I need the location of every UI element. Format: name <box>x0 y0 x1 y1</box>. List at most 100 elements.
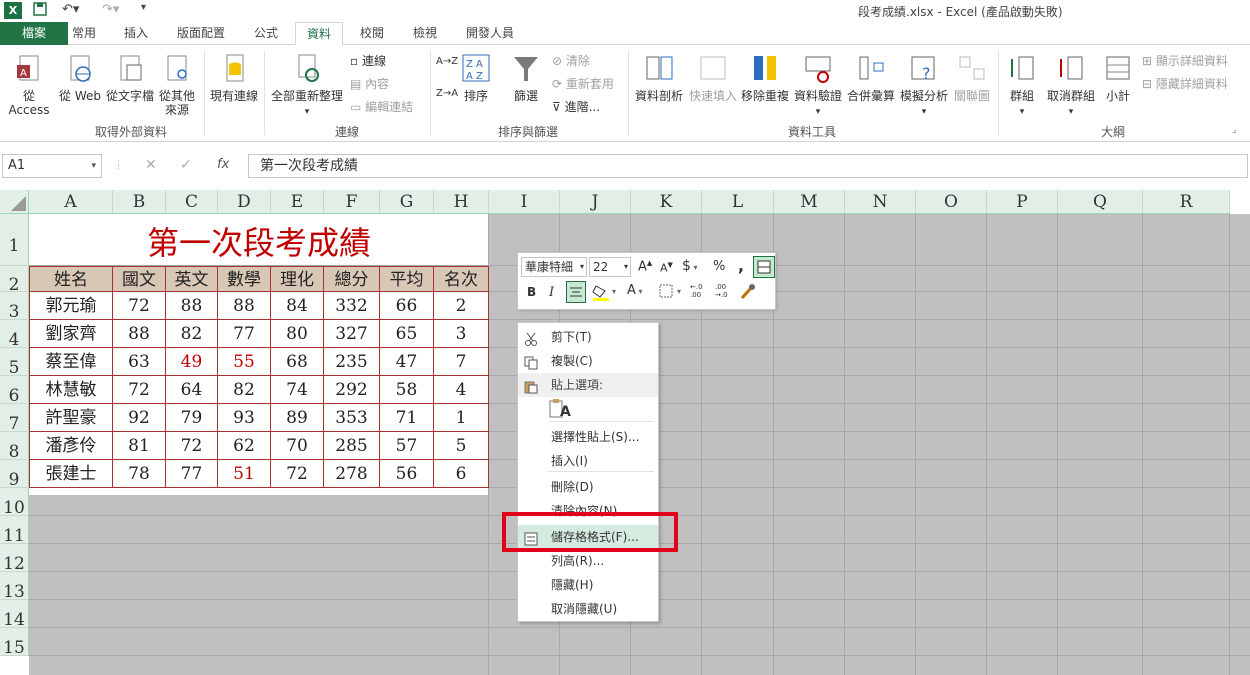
table-cell[interactable]: 292 <box>324 376 380 404</box>
table-cell[interactable]: 郭元瑜 <box>29 292 113 320</box>
borders-icon[interactable] <box>659 284 673 301</box>
reapply-button[interactable]: ⟳ 重新套用 <box>552 76 614 92</box>
row-header-2[interactable]: 2 <box>0 266 29 295</box>
consolidate-button[interactable]: 合併彙算 <box>846 53 896 103</box>
tab-formulas[interactable]: 公式 <box>248 22 284 45</box>
undo-icon[interactable]: ↶▾ <box>62 2 79 17</box>
column-header-I[interactable]: I <box>489 190 560 214</box>
row-header-5[interactable]: 5 <box>0 348 29 378</box>
tab-home[interactable]: 常用 <box>68 22 100 45</box>
table-cell[interactable]: 林慧敏 <box>29 376 113 404</box>
from-access-button[interactable]: A 從 Access <box>2 53 56 117</box>
show-detail-button[interactable]: ⊞ 顯示詳細資料 <box>1142 53 1228 69</box>
table-header-cell[interactable]: 理化 <box>271 266 324 292</box>
menu-item-hide[interactable]: 隱藏(H) <box>518 573 658 597</box>
menu-item-paste-special[interactable]: 選擇性貼上(S)... <box>518 425 658 449</box>
comma-button[interactable]: , <box>738 256 744 275</box>
edit-links-button[interactable]: ▭ 編輯連結 <box>350 99 413 115</box>
table-header-cell[interactable]: 姓名 <box>29 266 113 292</box>
column-header-H[interactable]: H <box>434 190 489 214</box>
column-header-N[interactable]: N <box>845 190 916 214</box>
menu-item-unhide[interactable]: 取消隱藏(U) <box>518 597 658 621</box>
clear-filter-button[interactable]: ⊘ 清除 <box>552 53 590 69</box>
group-button[interactable]: 群組 ▾ <box>1002 53 1042 119</box>
row-header-11[interactable]: 11 <box>0 516 29 546</box>
table-cell[interactable]: 77 <box>218 320 271 348</box>
table-cell[interactable]: 49 <box>166 348 218 376</box>
table-cell[interactable]: 80 <box>271 320 324 348</box>
dialog-launcher-icon[interactable]: ⌟ <box>1232 125 1236 135</box>
row-header-14[interactable]: 14 <box>0 600 29 630</box>
table-cell[interactable]: 77 <box>166 460 218 488</box>
table-cell[interactable]: 65 <box>380 320 434 348</box>
ungroup-button[interactable]: 取消群組 ▾ <box>1044 53 1098 119</box>
increase-decimal-button[interactable]: ←.0 .00 <box>690 283 710 299</box>
table-cell[interactable]: 68 <box>271 348 324 376</box>
table-cell[interactable]: 327 <box>324 320 380 348</box>
table-cell[interactable]: 1 <box>434 404 489 432</box>
column-header-J[interactable]: J <box>560 190 631 214</box>
column-header-Q[interactable]: Q <box>1058 190 1143 214</box>
table-cell[interactable]: 235 <box>324 348 380 376</box>
save-icon[interactable] <box>33 2 47 20</box>
table-cell[interactable]: 332 <box>324 292 380 320</box>
table-cell[interactable]: 88 <box>218 292 271 320</box>
column-header-R[interactable]: R <box>1143 190 1230 214</box>
table-cell[interactable]: 58 <box>380 376 434 404</box>
table-cell[interactable]: 62 <box>218 432 271 460</box>
table-cell[interactable]: 許聖豪 <box>29 404 113 432</box>
table-cell[interactable]: 93 <box>218 404 271 432</box>
advanced-filter-button[interactable]: ⊽ 進階... <box>552 99 600 115</box>
percent-button[interactable]: % <box>713 259 725 274</box>
table-cell[interactable]: 47 <box>380 348 434 376</box>
table-cell[interactable]: 66 <box>380 292 434 320</box>
filter-button[interactable]: 篩選 <box>506 53 546 103</box>
font-color-button[interactable]: A ▾ <box>627 283 642 298</box>
column-header-G[interactable]: G <box>380 190 434 214</box>
table-cell[interactable]: 6 <box>434 460 489 488</box>
table-cell[interactable]: 55 <box>218 348 271 376</box>
table-cell[interactable]: 353 <box>324 404 380 432</box>
column-header-P[interactable]: P <box>987 190 1058 214</box>
cancel-icon[interactable]: ✕ <box>145 157 157 173</box>
tab-developer[interactable]: 開發人員 <box>460 22 520 45</box>
hide-detail-button[interactable]: ⊟ 隱藏詳細資料 <box>1142 76 1228 92</box>
sheet-title[interactable]: 第一次段考成績 <box>29 214 489 266</box>
tab-page-layout[interactable]: 版面配置 <box>172 22 230 45</box>
table-header-cell[interactable]: 平均 <box>380 266 434 292</box>
menu-item-copy[interactable]: 複製(C) <box>518 349 658 373</box>
table-cell[interactable]: 57 <box>380 432 434 460</box>
row-header-9[interactable]: 9 <box>0 460 29 490</box>
table-cell[interactable]: 63 <box>113 348 166 376</box>
table-header-cell[interactable]: 國文 <box>113 266 166 292</box>
table-cell[interactable]: 72 <box>166 432 218 460</box>
chevron-down-icon[interactable]: ▾ <box>612 287 616 296</box>
row-header-6[interactable]: 6 <box>0 376 29 406</box>
decrease-decimal-button[interactable]: .00 →.0 <box>715 283 735 299</box>
table-cell[interactable]: 4 <box>434 376 489 404</box>
table-cell[interactable]: 88 <box>113 320 166 348</box>
table-cell[interactable]: 92 <box>113 404 166 432</box>
chevron-down-icon[interactable]: ▾ <box>677 287 681 296</box>
table-cell[interactable]: 82 <box>166 320 218 348</box>
row-header-8[interactable]: 8 <box>0 432 29 462</box>
redo-icon[interactable]: ↷▾ <box>102 2 119 17</box>
table-cell[interactable]: 72 <box>271 460 324 488</box>
text-to-columns-button[interactable]: 資料剖析 <box>634 53 684 103</box>
tab-data[interactable]: 資料 <box>295 22 343 46</box>
data-validation-button[interactable]: 資料驗證 ▾ <box>792 53 844 119</box>
what-if-analysis-button[interactable]: ? 模擬分析 ▾ <box>898 53 950 119</box>
flash-fill-button[interactable]: 快速填入 <box>688 53 738 103</box>
from-web-button[interactable]: 從 Web <box>58 53 102 103</box>
table-cell[interactable]: 285 <box>324 432 380 460</box>
insert-function-icon[interactable]: fx <box>217 157 229 172</box>
bold-button[interactable]: B <box>527 285 536 299</box>
table-cell[interactable]: 74 <box>271 376 324 404</box>
column-header-A[interactable]: A <box>29 190 113 214</box>
table-cell[interactable]: 72 <box>113 376 166 404</box>
row-header-4[interactable]: 4 <box>0 320 29 350</box>
customize-qat-icon[interactable]: ▾ <box>141 2 146 13</box>
table-header-cell[interactable]: 總分 <box>324 266 380 292</box>
table-header-cell[interactable]: 英文 <box>166 266 218 292</box>
enter-icon[interactable]: ✓ <box>180 157 192 173</box>
